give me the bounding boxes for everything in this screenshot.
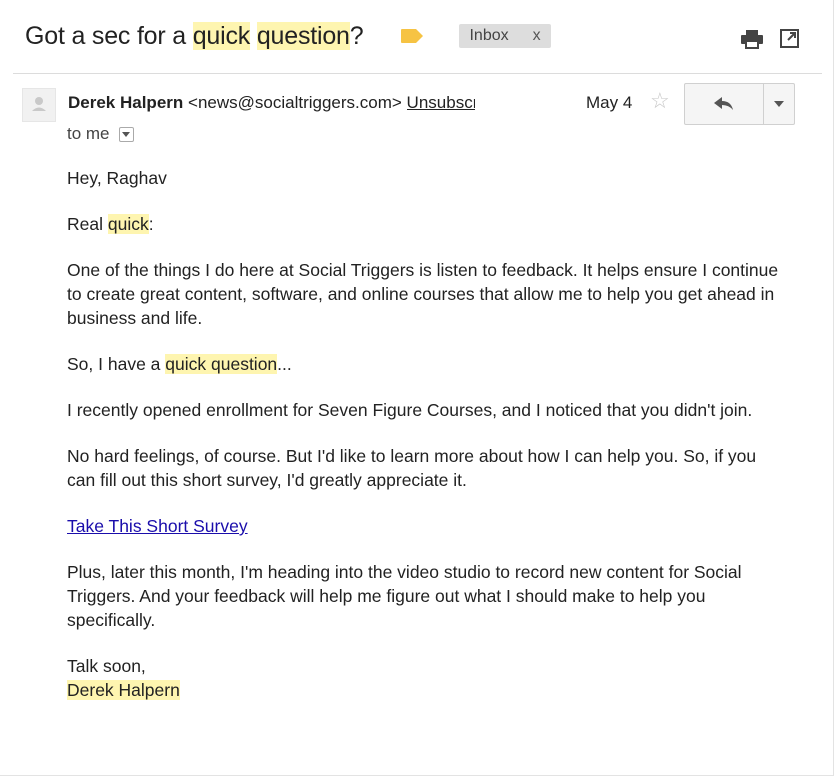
sender-name[interactable]: Derek Halpern — [68, 93, 183, 112]
signature: Derek Halpern — [67, 680, 180, 700]
paragraph: Plus, later this month, I'm heading into… — [67, 562, 742, 630]
chevron-down-icon — [774, 101, 784, 107]
survey-link[interactable]: Take This Short Survey — [67, 516, 248, 536]
paragraph: I recently opened enrollment for Seven F… — [67, 400, 753, 420]
email-body: Hey, Raghav Real quick: One of the thing… — [67, 166, 787, 702]
text: Real — [67, 214, 108, 234]
signoff: Talk soon, — [67, 656, 146, 676]
print-icon[interactable] — [741, 29, 763, 49]
email-date: May 4 — [586, 93, 633, 112]
subject-highlight: quick — [192, 21, 251, 50]
header-divider — [13, 73, 822, 74]
text: ... — [277, 354, 292, 374]
star-icon[interactable]: ☆ — [650, 90, 670, 112]
sender-line: Derek Halpern <news@socialtriggers.com> … — [68, 93, 475, 113]
inbox-label-text: Inbox — [469, 27, 509, 44]
recipient-line: to me — [67, 124, 134, 144]
text: : — [148, 214, 154, 234]
paragraph: No hard feelings, of course. But I'd lik… — [67, 446, 757, 490]
paragraph: So, I have a quick question... — [67, 352, 787, 376]
remove-label-button[interactable]: x — [533, 27, 541, 45]
chevron-down-icon — [122, 131, 131, 137]
subject-highlight: question — [256, 21, 350, 50]
search-highlight: quick — [165, 354, 207, 374]
subject-space — [250, 22, 257, 50]
avatar[interactable] — [22, 88, 56, 122]
subject-text: ? — [349, 21, 364, 50]
show-details-button[interactable] — [118, 126, 134, 142]
email-subject: Got a sec for a quick question? — [25, 21, 364, 51]
paragraph: Take This Short Survey — [67, 514, 787, 538]
text: So, I have a — [67, 354, 166, 374]
subject-row: Got a sec for a quick question? Inbox x — [25, 18, 551, 54]
signoff-block: Talk soon, Derek Halpern — [67, 654, 787, 702]
paragraph: Real quick: — [67, 212, 787, 236]
unsubscribe-link[interactable]: Unsubscribe — [407, 93, 475, 113]
reply-icon — [714, 97, 733, 110]
paragraph: One of the things I do here at Social Tr… — [67, 260, 779, 328]
new-window-icon[interactable] — [780, 29, 799, 48]
reply-button[interactable] — [685, 84, 764, 124]
greeting: Hey, Raghav — [67, 168, 167, 188]
subject-text: Got a sec for a — [25, 21, 193, 50]
sender-email: <news@socialtriggers.com> — [188, 93, 402, 112]
more-actions-button[interactable] — [764, 84, 794, 124]
recipient-text: to me — [67, 124, 110, 143]
label-tag-icon[interactable] — [401, 29, 424, 43]
inbox-label-chip[interactable]: Inbox x — [459, 24, 551, 48]
search-highlight: question — [211, 354, 278, 374]
reply-button-group — [684, 83, 795, 125]
search-highlight: quick — [107, 214, 149, 234]
